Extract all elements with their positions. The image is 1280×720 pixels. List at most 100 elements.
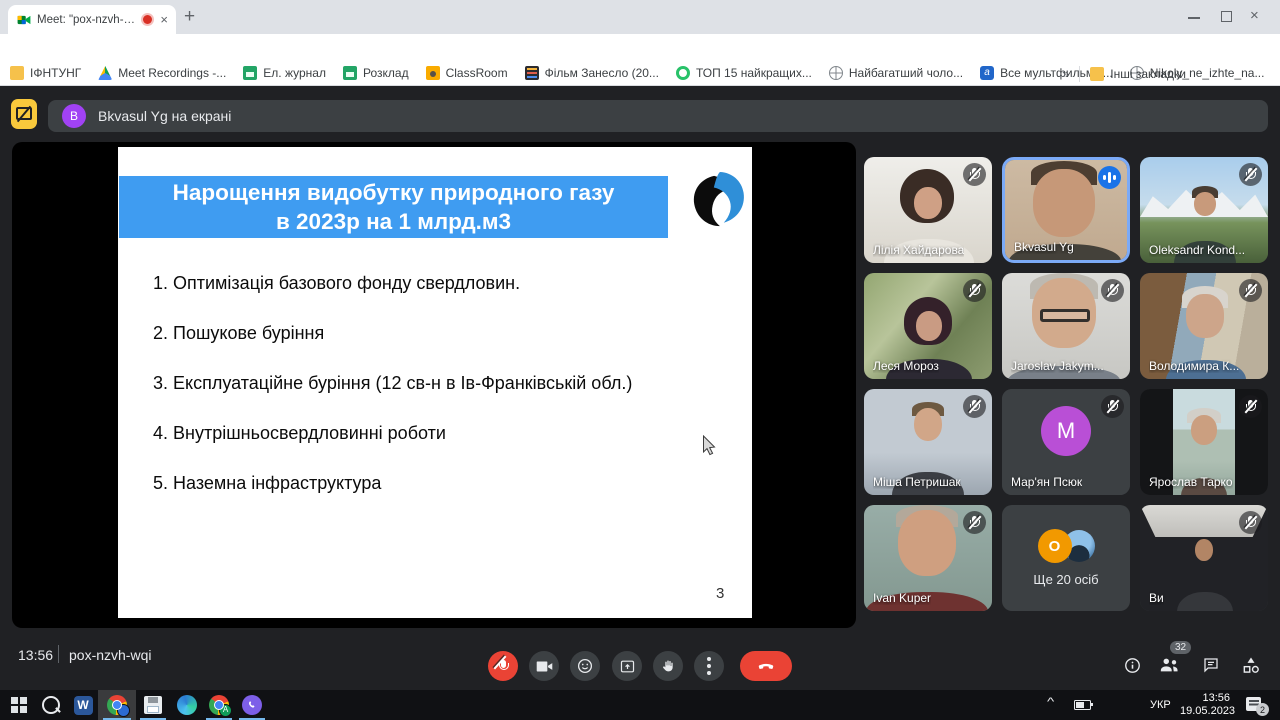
profile-badge-icon bbox=[117, 704, 130, 717]
taskbar-clock[interactable]: 13:56 19.05.2023 bbox=[1180, 692, 1235, 718]
bookmark-item[interactable]: Meet Recordings -... bbox=[98, 66, 226, 80]
journal-icon bbox=[243, 66, 258, 80]
presentation-tile[interactable]: Нарощення видобутку природного газу в 20… bbox=[12, 142, 856, 628]
participant-tile[interactable]: Ярослав Тарко bbox=[1140, 389, 1268, 495]
stacked-avatars: O bbox=[1037, 529, 1095, 563]
taskbar-app-button[interactable] bbox=[142, 694, 164, 716]
participants-count-badge: 32 bbox=[1170, 641, 1192, 654]
people-icon bbox=[1160, 658, 1178, 672]
participants-grid: Лілія Хайдарова Bkvasul Yg Oleksandr Kon… bbox=[864, 157, 1268, 611]
participant-tile[interactable]: Володимира К... bbox=[1140, 273, 1268, 379]
participant-avatar: М bbox=[1041, 406, 1091, 456]
window-minimize-button[interactable] bbox=[1188, 17, 1200, 19]
participant-tile[interactable]: М Мар'ян Псюк bbox=[1002, 389, 1130, 495]
participant-tile[interactable]: Jaroslav Jakym... bbox=[1002, 273, 1130, 379]
tab-title: Meet: "pox-nzvh-wqi" bbox=[37, 13, 138, 26]
present-button[interactable] bbox=[612, 651, 642, 681]
recording-indicator-icon bbox=[143, 15, 153, 24]
taskbar-word-button[interactable] bbox=[72, 694, 94, 716]
slide: Нарощення видобутку природного газу в 20… bbox=[118, 147, 752, 618]
other-bookmarks-button[interactable]: Інші закладки bbox=[1090, 66, 1186, 81]
participant-tile[interactable]: Міша Петришак bbox=[864, 389, 992, 495]
mic-toggle-button[interactable] bbox=[488, 651, 518, 681]
participant-name: Володимира К... bbox=[1149, 359, 1240, 373]
meeting-code: pox-nzvh-wqi bbox=[69, 647, 152, 663]
start-button[interactable] bbox=[8, 694, 30, 716]
search-icon bbox=[42, 696, 60, 714]
presenting-warning-icon[interactable] bbox=[11, 99, 37, 129]
taskbar-chrome-button[interactable] bbox=[106, 694, 130, 717]
participant-tile-speaking[interactable]: Bkvasul Yg bbox=[1002, 157, 1130, 263]
participant-name: Jaroslav Jakym... bbox=[1011, 359, 1104, 373]
participant-tile[interactable]: Ivan Kuper bbox=[864, 505, 992, 611]
slide-item: 4. Внутрішньосвердловинні роботи bbox=[153, 423, 446, 443]
slide-title-banner: Нарощення видобутку природного газу в 20… bbox=[119, 176, 668, 238]
meet-page: B Bkvasul Yg на екрані Нарощення видобут… bbox=[0, 86, 1280, 690]
mic-muted-icon bbox=[1239, 163, 1262, 186]
language-indicator[interactable]: УКР bbox=[1150, 699, 1171, 711]
activities-button[interactable] bbox=[1237, 651, 1265, 679]
slide-title-line1: Нарощення видобутку природного газу bbox=[172, 180, 615, 205]
new-tab-button[interactable]: + bbox=[184, 5, 195, 29]
bookmark-item[interactable]: Фільм Занесло (20... bbox=[524, 66, 659, 80]
slide-title-line2: в 2023р на 1 млрд.м3 bbox=[275, 209, 512, 234]
mic-off-icon bbox=[497, 659, 509, 673]
participants-button[interactable] bbox=[1155, 651, 1183, 679]
participant-tile[interactable]: Леся Мороз bbox=[864, 273, 992, 379]
camera-icon bbox=[536, 661, 552, 671]
bookmark-item[interactable]: Ел. журнал bbox=[243, 66, 326, 80]
more-participants-label: Ще 20 осіб bbox=[1033, 572, 1099, 587]
participant-name: Ярослав Тарко bbox=[1149, 475, 1233, 489]
taskbar-search-button[interactable] bbox=[40, 694, 62, 716]
taskbar-chrome-profile-button[interactable] bbox=[208, 694, 232, 717]
end-call-button[interactable] bbox=[740, 651, 792, 681]
participant-name: Ivan Kuper bbox=[873, 591, 932, 605]
camera-toggle-button[interactable] bbox=[529, 651, 559, 681]
word-icon bbox=[73, 695, 93, 715]
participant-tile[interactable]: Oleksandr Kond... bbox=[1140, 157, 1268, 263]
reactions-button[interactable] bbox=[570, 651, 600, 681]
window-close-button[interactable]: × bbox=[1250, 7, 1259, 24]
browser-toolbar: ← → meet.google.com/pox-nzvh-wqi bbox=[0, 34, 1280, 92]
mouse-cursor bbox=[703, 435, 716, 456]
bookmark-item[interactable]: ClassRoom bbox=[425, 66, 508, 80]
browser-tab[interactable]: Meet: "pox-nzvh-wqi" × bbox=[8, 5, 176, 34]
bookmark-item[interactable]: ТОП 15 найкращих... bbox=[675, 66, 812, 80]
floppy-disk-icon bbox=[144, 696, 162, 714]
mic-muted-icon bbox=[1239, 511, 1262, 534]
schedule-icon bbox=[342, 66, 357, 80]
taskbar-viber-button[interactable] bbox=[241, 694, 263, 716]
tab-close-icon[interactable]: × bbox=[158, 12, 170, 27]
divider bbox=[1079, 65, 1081, 82]
opera-icon bbox=[675, 66, 690, 80]
slide-page-number: 3 bbox=[716, 585, 725, 602]
mic-muted-icon bbox=[1239, 279, 1262, 302]
meet-control-bar: 13:56 pox-nzvh-wqi 32 bbox=[0, 628, 1280, 690]
bookmark-item[interactable]: Розклад bbox=[342, 66, 409, 80]
windows-logo-icon bbox=[11, 697, 27, 713]
bookmark-item[interactable]: ІФНТУНГ bbox=[10, 66, 81, 80]
browser-tab-strip: Meet: "pox-nzvh-wqi" × + × bbox=[0, 0, 1280, 34]
emoji-icon bbox=[577, 658, 593, 674]
present-screen-icon bbox=[620, 660, 634, 672]
google-drive-icon bbox=[98, 66, 113, 80]
more-options-button[interactable] bbox=[694, 651, 724, 681]
bookmarks-overflow-chevron[interactable]: » bbox=[1062, 66, 1069, 81]
self-view-tile[interactable]: Ви bbox=[1140, 505, 1268, 611]
meeting-details-button[interactable] bbox=[1118, 651, 1146, 679]
participant-tile[interactable]: Лілія Хайдарова bbox=[864, 157, 992, 263]
film-icon bbox=[524, 66, 539, 80]
raise-hand-button[interactable] bbox=[653, 651, 683, 681]
participant-name: Bkvasul Yg bbox=[1014, 240, 1074, 254]
screen: Meet: "pox-nzvh-wqi" × + × ← → meet.goog… bbox=[0, 0, 1280, 720]
presenter-avatar: B bbox=[62, 104, 86, 128]
window-maximize-button[interactable] bbox=[1221, 11, 1232, 22]
meeting-time: 13:56 bbox=[18, 647, 54, 663]
tray-expand-icon[interactable]: ^ bbox=[1047, 696, 1054, 708]
bookmark-item[interactable]: Найбагатший чоло... bbox=[828, 66, 963, 80]
chat-button[interactable] bbox=[1197, 651, 1225, 679]
battery-icon[interactable] bbox=[1074, 700, 1093, 710]
taskbar-edge-button[interactable] bbox=[176, 694, 198, 716]
windows-taskbar: ^ УКР 13:56 19.05.2023 2 bbox=[0, 690, 1280, 720]
more-participants-tile[interactable]: O Ще 20 осіб bbox=[1002, 505, 1130, 611]
